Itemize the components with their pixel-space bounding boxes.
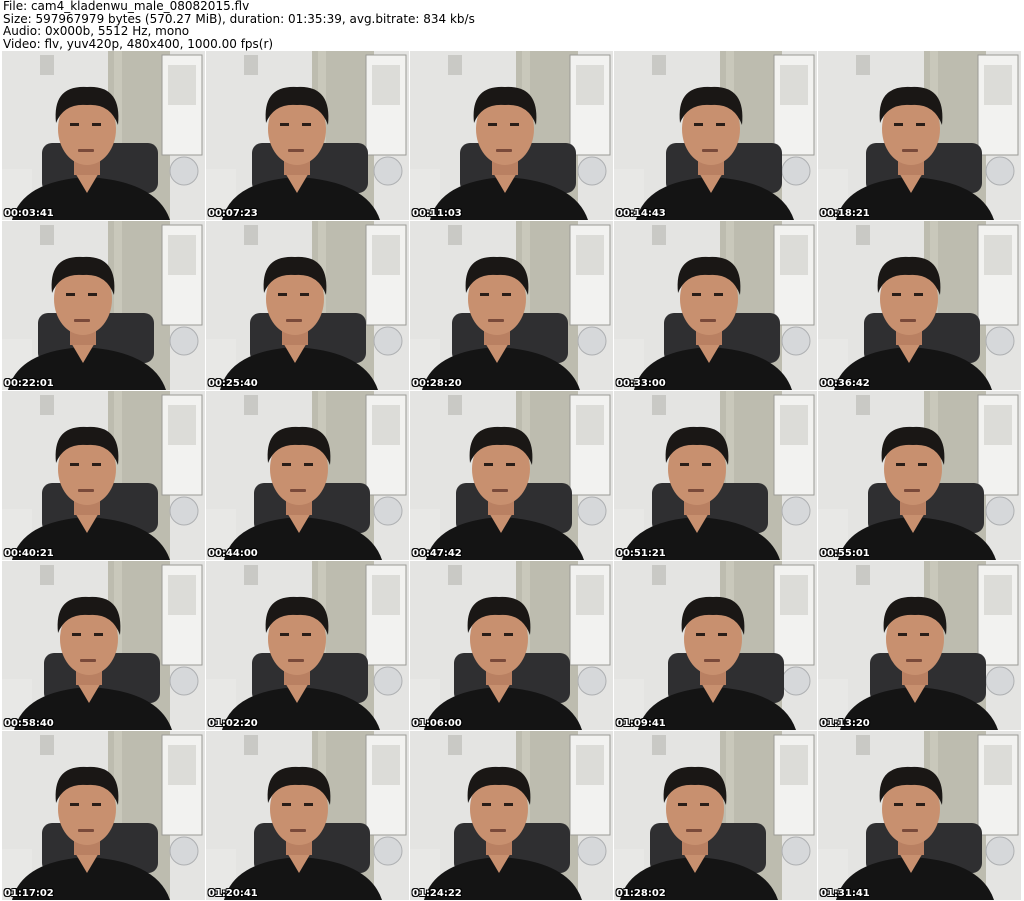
video-thumbnail: 00:47:42 (410, 391, 613, 560)
thumbnail-scene (410, 51, 613, 220)
video-thumbnail: 00:25:40 (206, 221, 409, 390)
thumbnail-scene (2, 51, 205, 220)
thumbnail-timestamp: 00:47:42 (412, 548, 462, 559)
video-thumbnail: 01:20:41 (206, 731, 409, 900)
thumbnail-grid: 00:03:41 00:07:23 00:11:03 00:14:43 00:18:21… (0, 51, 1024, 901)
video-thumbnail: 00:51:21 (614, 391, 817, 560)
video-thumbnail: 00:03:41 (2, 51, 205, 220)
thumbnail-timestamp: 01:20:41 (208, 888, 258, 899)
thumbnail-scene (2, 731, 205, 900)
video-thumbnail: 01:17:02 (2, 731, 205, 900)
video-thumbnail: 00:33:00 (614, 221, 817, 390)
video-thumbnail: 00:14:43 (614, 51, 817, 220)
video-thumbnail: 00:40:21 (2, 391, 205, 560)
thumbnail-timestamp: 01:06:00 (412, 718, 462, 729)
thumbnail-timestamp: 00:33:00 (616, 378, 666, 389)
thumbnail-timestamp: 00:51:21 (616, 548, 666, 559)
thumbnail-scene (410, 561, 613, 730)
file-info-header: File: cam4_kladenwu_male_08082015.flv Si… (3, 0, 1021, 50)
thumbnail-scene (614, 221, 817, 390)
thumbnail-scene (818, 391, 1021, 560)
video-thumbnail: 00:07:23 (206, 51, 409, 220)
video-thumbnail: 01:09:41 (614, 561, 817, 730)
thumbnail-scene (818, 221, 1021, 390)
thumbnail-timestamp: 01:02:20 (208, 718, 258, 729)
thumbnail-scene (410, 731, 613, 900)
thumbnail-timestamp: 00:40:21 (4, 548, 54, 559)
thumbnail-timestamp: 00:03:41 (4, 208, 54, 219)
thumbnail-timestamp: 00:14:43 (616, 208, 666, 219)
thumbnail-timestamp: 01:09:41 (616, 718, 666, 729)
video-thumbnail: 00:44:00 (206, 391, 409, 560)
video-thumbnail: 01:06:00 (410, 561, 613, 730)
video-thumbnail: 01:31:41 (818, 731, 1021, 900)
thumbnail-timestamp: 00:58:40 (4, 718, 54, 729)
thumbnail-scene (614, 51, 817, 220)
thumbnail-scene (206, 221, 409, 390)
thumbnail-scene (2, 391, 205, 560)
thumbnail-timestamp: 01:31:41 (820, 888, 870, 899)
thumbnail-scene (410, 221, 613, 390)
thumbnail-scene (818, 51, 1021, 220)
thumbnail-scene (614, 561, 817, 730)
thumbnail-timestamp: 00:07:23 (208, 208, 258, 219)
video-info-line: Video: flv, yuv420p, 480x400, 1000.00 fp… (3, 36, 274, 51)
thumbnail-scene (206, 561, 409, 730)
thumbnail-scene (614, 391, 817, 560)
thumbnail-timestamp: 00:36:42 (820, 378, 870, 389)
video-thumbnail: 01:13:20 (818, 561, 1021, 730)
video-thumbnail: 01:02:20 (206, 561, 409, 730)
thumbnail-timestamp: 00:55:01 (820, 548, 870, 559)
video-thumbnail: 00:55:01 (818, 391, 1021, 560)
thumbnail-scene (206, 391, 409, 560)
thumbnail-scene (410, 391, 613, 560)
file-name-line: File: cam4_kladenwu_male_08082015.flv (3, 0, 250, 13)
thumbnail-timestamp: 01:17:02 (4, 888, 54, 899)
thumbnail-scene (206, 51, 409, 220)
thumbnail-scene (614, 731, 817, 900)
video-thumbnail: 00:28:20 (410, 221, 613, 390)
video-thumbnail: 00:36:42 (818, 221, 1021, 390)
thumbnail-timestamp: 00:22:01 (4, 378, 54, 389)
thumbnail-timestamp: 00:28:20 (412, 378, 462, 389)
video-thumbnail: 00:22:01 (2, 221, 205, 390)
thumbnail-scene (2, 561, 205, 730)
thumbnail-timestamp: 00:18:21 (820, 208, 870, 219)
video-thumbnail: 00:18:21 (818, 51, 1021, 220)
video-thumbnail: 01:28:02 (614, 731, 817, 900)
thumbnail-timestamp: 00:25:40 (208, 378, 258, 389)
thumbnail-timestamp: 00:11:03 (412, 208, 462, 219)
thumbnail-timestamp: 01:24:22 (412, 888, 462, 899)
audio-info-line: Audio: 0x000b, 5512 Hz, mono (3, 24, 190, 38)
video-thumbnail: 00:58:40 (2, 561, 205, 730)
thumbnail-timestamp: 01:13:20 (820, 718, 870, 729)
thumbnail-scene (818, 561, 1021, 730)
video-thumbnail: 01:24:22 (410, 731, 613, 900)
thumbnail-scene (206, 731, 409, 900)
thumbnail-scene (818, 731, 1021, 900)
video-thumbnail: 00:11:03 (410, 51, 613, 220)
thumbnail-scene (2, 221, 205, 390)
thumbnail-timestamp: 00:44:00 (208, 548, 258, 559)
thumbnail-timestamp: 01:28:02 (616, 888, 666, 899)
